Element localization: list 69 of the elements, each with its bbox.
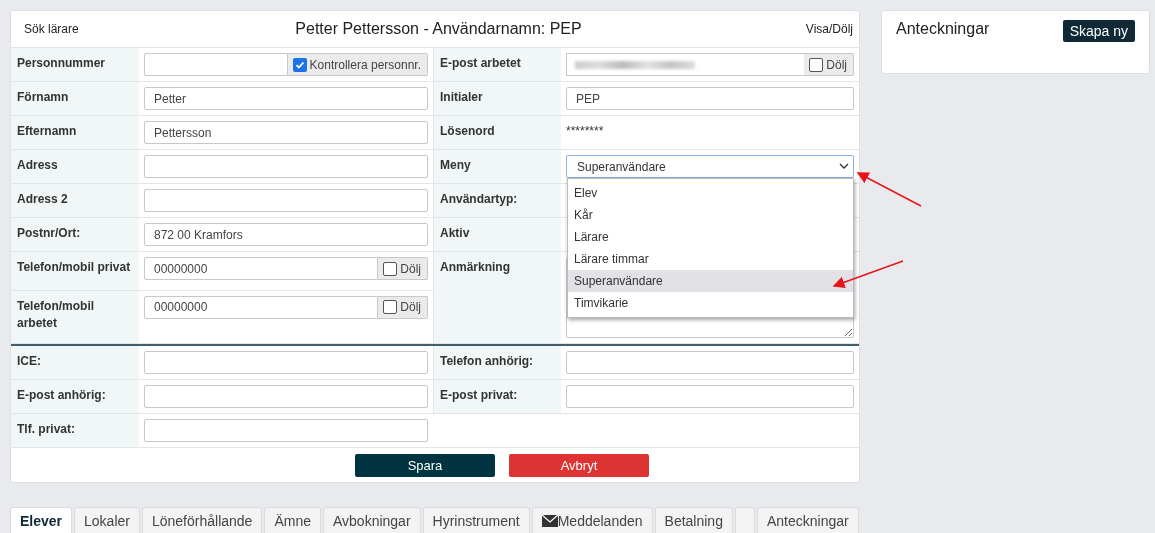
field-label: Meny [440,158,471,172]
text-field[interactable] [566,351,854,374]
field-label: Adress [17,158,58,172]
dropdown-option[interactable]: Lärare timmar [568,248,853,270]
dropdown-option[interactable]: Timvikarie [568,292,853,314]
field-label: E-post anhörig: [17,388,106,402]
page-title: Petter Pettersson - Användarnamn: PEP [295,20,582,38]
field-label: Telefon/mobil privat [17,260,131,274]
field-label: Förnamn [17,90,69,104]
tab[interactable]: Löneförhållande [141,507,263,533]
field-label: E-post privat: [440,388,518,402]
field-label: Personnummer [17,56,106,70]
dropdown-option[interactable]: Superanvändare [568,270,853,292]
save-button[interactable]: Spara [355,454,495,477]
field-label: Efternamn [17,124,77,138]
text-field[interactable]: Pettersson [144,121,428,144]
menu-select[interactable]: Superanvändare [566,155,854,178]
field-label: Anmärkning [440,260,510,274]
checkbox[interactable] [383,300,398,314]
field-label: Tlf. privat: [17,422,75,436]
tab[interactable]: Lokaler [74,507,140,533]
checkmark-icon [294,59,305,70]
field-label: Användartyp: [440,192,518,206]
text-field[interactable] [144,351,428,374]
checkbox-label[interactable]: Kontrollera personnr. [287,53,428,76]
field-label: Adress 2 [17,192,68,206]
text-field[interactable] [144,155,428,178]
cancel-button[interactable]: Avbryt [509,454,649,477]
text-field[interactable]: 00000000 [144,257,379,280]
field-label: E-post arbetet [440,56,521,70]
checkbox[interactable] [292,57,307,72]
dropdown-option[interactable]: Kår [568,204,853,226]
field-label: Aktiv [440,226,470,240]
tab[interactable]: Meddelanden [531,507,653,533]
text-field[interactable]: 00000000 [144,295,379,319]
annotation-arrow [832,260,904,289]
chevron-icon [839,163,849,170]
text-field[interactable]: Petter [144,87,428,110]
tab[interactable]: Hyrinstrument [422,507,530,533]
checkbox-label[interactable]: Dölj [378,295,428,319]
tab[interactable]: Betalning [654,507,733,533]
field-label: Telefon anhörig: [440,354,534,368]
field-label: Lösenord [440,124,495,138]
text-field[interactable] [144,189,428,212]
tab[interactable]: Avbokningar [322,507,421,533]
toggle-link[interactable]: Visa/Dölj [805,22,853,36]
envelope-icon [541,514,558,527]
search-teacher-link[interactable]: Sök lärare [24,22,79,36]
text-field[interactable] [566,385,854,408]
tab[interactable]: Ämne [264,507,321,533]
text-field[interactable]: PEP [566,87,854,110]
dropdown-option[interactable]: Elev [568,182,853,204]
dropdown-option[interactable]: Lärare [568,226,853,248]
checkbox-label[interactable]: Dölj [378,257,428,280]
field-label: Initialer [440,90,483,104]
notes-title: Anteckningar [896,20,990,38]
field-label: Telefon/mobil arbetet [17,298,95,330]
create-button[interactable]: Skapa ny [1062,20,1135,42]
field-label: ICE: [17,354,41,368]
text-field[interactable] [144,385,428,408]
password-text: ******** [566,123,604,138]
tab[interactable]: Anteckningar [756,507,859,533]
annotation-arrow [856,172,922,207]
field-label: Postnr/Ort: [17,226,81,240]
text-field[interactable] [144,53,288,76]
checkbox[interactable] [383,261,398,276]
text-field[interactable]: 872 00 Kramfors [144,223,428,246]
tab[interactable]: Elever [10,507,73,533]
text-field[interactable] [144,419,428,442]
